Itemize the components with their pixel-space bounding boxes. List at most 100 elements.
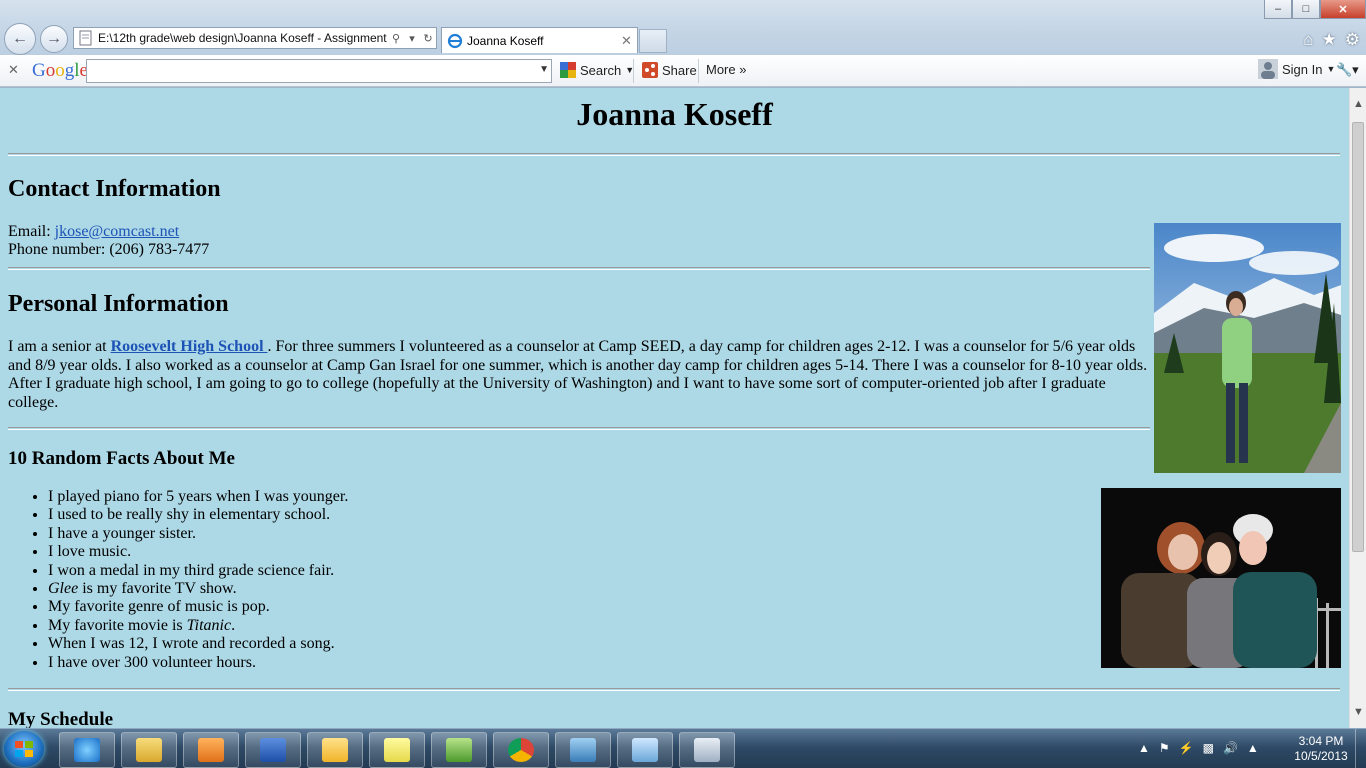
taskbar-calculator[interactable] [679,732,735,768]
google-logo: Google [32,60,88,81]
browser-titlebar: – □ ✕ ← → E:\12th grade\web design\Joann… [0,0,1366,55]
list-item: Glee is my favorite TV show. [48,580,348,598]
taskbar-outlook[interactable] [307,732,363,768]
google-search-icon [560,62,576,78]
google-search-button[interactable]: Search ▼ [560,62,634,78]
list-item: My favorite movie is Titanic. [48,617,348,635]
arrow-left-icon: ← [12,30,28,47]
taskbar-media-player[interactable] [183,732,239,768]
chevron-down-icon[interactable]: ▾ [404,32,420,45]
divider [8,427,1150,430]
taskbar-word[interactable] [245,732,301,768]
taskbar-paint[interactable] [617,732,673,768]
vertical-scrollbar[interactable]: ▲ ▼ [1349,88,1366,728]
favorites-star-icon[interactable]: ★ [1322,30,1337,50]
address-bar[interactable]: E:\12th grade\web design\Joanna Koseff -… [73,27,437,49]
list-item: When I was 12, I wrote and recorded a so… [48,635,348,653]
close-tab-icon[interactable]: ✕ [621,33,637,49]
chevron-down-icon[interactable]: ▼ [539,64,549,75]
close-button[interactable]: ✕ [1320,0,1366,19]
phone-line: Phone number: (206) 783-7477 [8,241,210,258]
tab-joanna-koseff[interactable]: Joanna Koseff ✕ [441,27,638,53]
taskbar-chrome[interactable] [493,732,549,768]
facts-heading: 10 Random Facts About Me [8,448,235,469]
contact-heading: Contact Information [8,176,221,202]
ie-icon [447,33,463,48]
taskbar-notepad[interactable] [431,732,487,768]
email-line: Email: jkose@comcast.net [8,223,179,241]
media-player-icon [198,738,224,762]
personal-heading: Personal Information [8,291,229,317]
home-icon[interactable]: ⌂ [1303,30,1313,50]
refresh-icon[interactable]: ↻ [420,32,436,45]
list-item: I won a medal in my third grade science … [48,562,348,580]
photo-viewer-icon [570,738,596,762]
list-item: I played piano for 5 years when I was yo… [48,488,348,506]
taskbar-sticky-notes[interactable] [369,732,425,768]
flag-icon[interactable]: ⚑ [1159,741,1170,755]
maximize-button[interactable]: □ [1292,0,1320,19]
friends-photo [1101,488,1341,668]
scrollbar-thumb[interactable] [1352,122,1364,552]
clock-date: 10/5/2013 [1294,749,1348,763]
list-item: I love music. [48,543,348,561]
share-icon [642,62,658,78]
windows-logo-icon [15,741,33,757]
clock-time: 3:04 PM [1298,734,1344,748]
arrow-right-icon: → [46,30,62,47]
toolbar-divider [698,59,699,83]
word-icon [260,738,286,762]
start-button[interactable] [4,731,44,767]
personal-paragraph: I am a senior at Roosevelt High School .… [8,338,1148,411]
google-toolbar: ✕ Google ▼ Search ▼ Share More » Sign In ▼… [0,55,1366,87]
scroll-down-icon[interactable]: ▼ [1353,706,1364,718]
taskbar-photo-viewer[interactable] [555,732,611,768]
taskbar-ie[interactable] [59,732,115,768]
internet-explorer-icon [74,738,100,762]
more-button[interactable]: More » [706,62,746,77]
new-tab-button[interactable] [639,29,667,53]
close-toolbar-icon[interactable]: ✕ [8,62,19,78]
list-item: I have over 300 volunteer hours. [48,654,348,672]
list-item: I used to be really shy in elementary sc… [48,506,348,524]
email-link[interactable]: jkose@comcast.net [55,223,179,240]
mountain-photo [1154,223,1341,473]
taskbar: ▲ ⚑ ⚡ ▩ 🔊 ▲ 3:04 PM 10/5/2013 [0,728,1366,768]
calculator-icon [694,738,720,762]
network-icon[interactable]: ▩ [1203,741,1214,755]
school-link[interactable]: Roosevelt High School [111,338,268,355]
notepad-icon [446,738,472,762]
list-item: I have a younger sister. [48,525,348,543]
clock[interactable]: 3:04 PM 10/5/2013 [1286,734,1356,764]
folder-icon [136,738,162,762]
page-icon [79,30,92,46]
minimize-button[interactable]: – [1264,0,1292,19]
scroll-up-icon[interactable]: ▲ [1353,98,1364,110]
drive-icon[interactable]: ▲ [1247,741,1259,755]
image-icon [632,738,658,762]
forward-button[interactable]: → [40,25,68,53]
email-label: Email: [8,223,51,240]
wrench-icon[interactable]: 🔧▾ [1336,62,1359,78]
power-icon[interactable]: ⚡ [1179,741,1194,755]
divider [8,153,1340,156]
show-desktop-button[interactable] [1355,729,1366,768]
chrome-icon [508,738,534,762]
list-item: My favorite genre of music is pop. [48,598,348,616]
facts-list: I played piano for 5 years when I was yo… [8,488,348,672]
window-controls: – □ ✕ [1264,0,1366,19]
volume-icon[interactable]: 🔊 [1223,741,1238,755]
page-viewport: Joanna Koseff Contact Information Email:… [0,88,1349,728]
google-search-input[interactable]: ▼ [86,59,552,83]
show-hidden-icons-icon[interactable]: ▲ [1138,741,1150,755]
browser-right-icons: ⌂ ★ ⚙ [1303,30,1360,50]
share-button[interactable]: Share [642,62,697,78]
sticky-notes-icon [384,738,410,762]
taskbar-explorer[interactable] [121,732,177,768]
back-button[interactable]: ← [4,23,36,55]
sign-in-button[interactable]: Sign In ▼ [1258,59,1335,79]
schedule-heading: My Schedule [8,709,114,728]
gear-icon[interactable]: ⚙ [1345,30,1360,50]
search-icon[interactable]: ⚲ [388,32,404,45]
user-avatar-icon [1258,59,1278,79]
